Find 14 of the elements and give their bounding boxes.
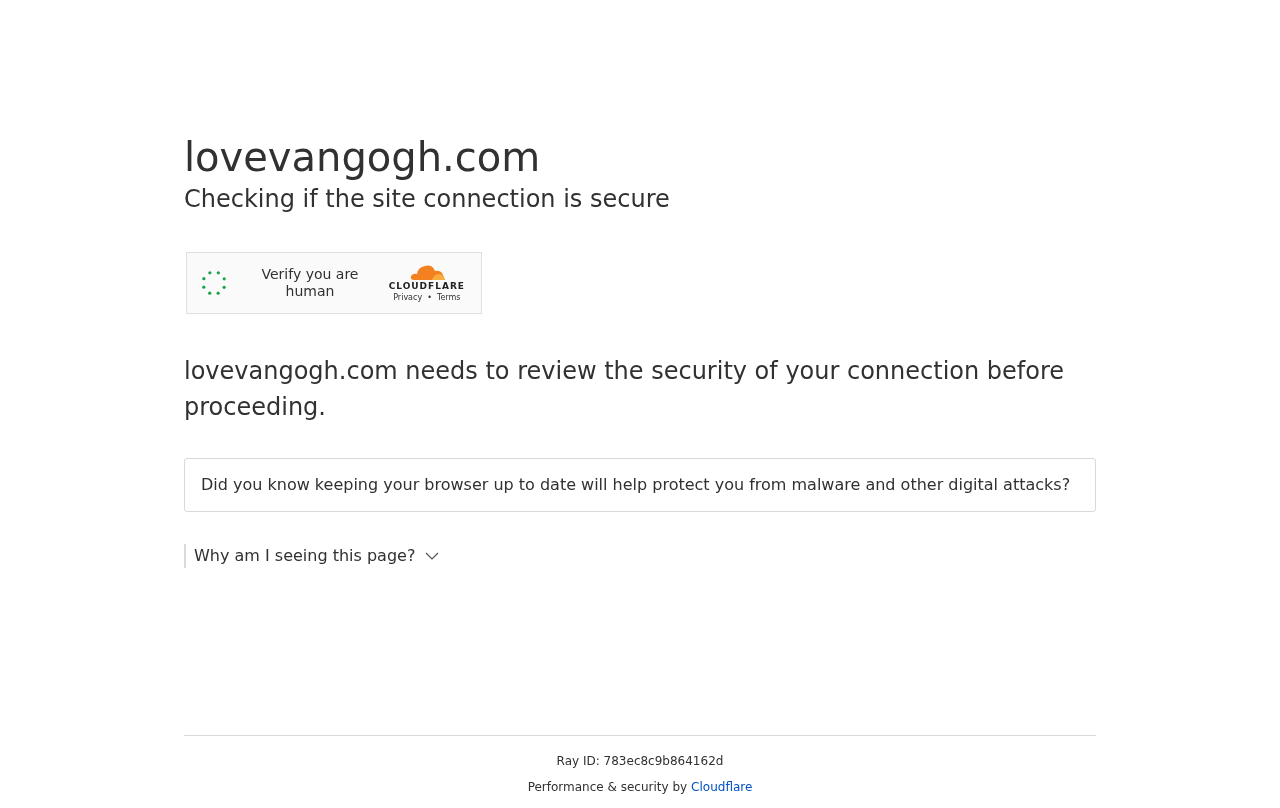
subtitle: Checking if the site connection is secure xyxy=(184,184,670,214)
site-title: lovevangogh.com xyxy=(184,133,541,182)
security-message: lovevangogh.com needs to review the security of your connection before proceeding. xyxy=(184,356,1066,423)
cloudflare-link[interactable]: Cloudflare xyxy=(691,779,753,795)
tip-text: Did you know keeping your browser up to date will help protect you from malware and other digital attacks? xyxy=(201,475,1071,494)
verify-label: Verify you are human xyxy=(260,266,360,300)
spinner-icon xyxy=(199,268,229,298)
widget-link[interactable]: Terms xyxy=(436,291,461,304)
separator-dot: • xyxy=(427,291,432,304)
ray-id: Ray ID: 783ec8c9b864162d xyxy=(556,753,724,769)
credit-text: Performance & security by xyxy=(527,779,688,795)
widget-link[interactable]: Privacy xyxy=(393,291,423,304)
details-toggle[interactable]: Why am I seeing this page? xyxy=(184,544,440,568)
brand-wordmark: CLOUDFLARE xyxy=(388,280,465,292)
